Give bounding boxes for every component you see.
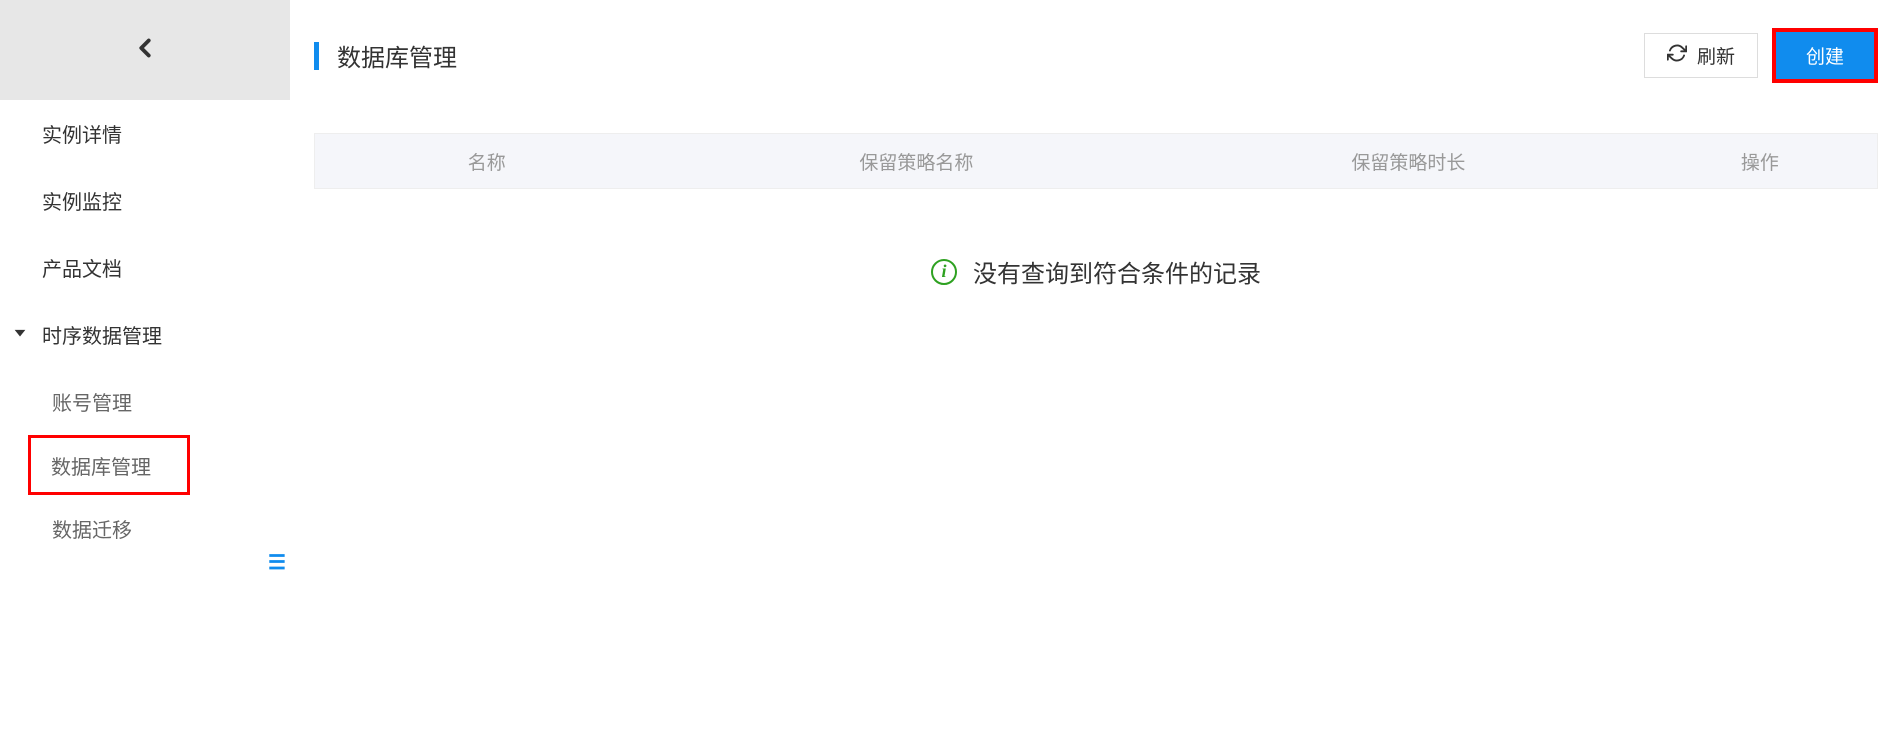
info-icon: i (931, 259, 957, 285)
page-title-wrap: 数据库管理 (314, 38, 457, 73)
create-button[interactable]: 创建 (1772, 28, 1878, 83)
sidebar-item-label: 数据迁移 (52, 514, 132, 543)
sidebar-item-instance-monitoring[interactable]: 实例监控 (0, 167, 290, 234)
sidebar-item-label: 时序数据管理 (42, 320, 162, 349)
sidebar-item-label: 账号管理 (52, 387, 132, 416)
sidebar-item-product-docs[interactable]: 产品文档 (0, 234, 290, 301)
sidebar-header (0, 0, 290, 100)
back-icon[interactable] (130, 33, 160, 68)
main-content: 数据库管理 刷新 创建 名称 保留策略名称 保留策略时长 (290, 0, 1902, 750)
empty-state: i 没有查询到符合条件的记录 (314, 189, 1878, 289)
sidebar-item-data-migration[interactable]: 数据迁移 (0, 495, 290, 562)
sidebar: 实例详情 实例监控 产品文档 时序数据管理 账号管理 数据库管理 数据迁移 ☰ (0, 0, 290, 750)
title-accent-bar (314, 42, 319, 70)
page-title: 数据库管理 (337, 38, 457, 73)
refresh-button-label: 刷新 (1697, 42, 1735, 69)
table-header-policy-name: 保留策略名称 (659, 148, 1174, 175)
caret-down-icon (12, 323, 28, 346)
table-header-name: 名称 (315, 148, 659, 175)
sidebar-item-label: 产品文档 (42, 253, 122, 282)
page-header: 数据库管理 刷新 创建 (314, 28, 1878, 83)
sidebar-item-timeseries-data-management[interactable]: 时序数据管理 (0, 301, 290, 368)
table-header-action: 操作 (1643, 148, 1877, 175)
table-header-policy-duration: 保留策略时长 (1174, 148, 1643, 175)
sidebar-item-instance-details[interactable]: 实例详情 (0, 100, 290, 167)
menu-collapse-icon: ☰ (268, 550, 286, 575)
sidebar-item-label: 实例详情 (42, 119, 122, 148)
sidebar-menu: 实例详情 实例监控 产品文档 时序数据管理 账号管理 数据库管理 数据迁移 (0, 100, 290, 562)
refresh-icon (1667, 43, 1687, 69)
header-actions: 刷新 创建 (1644, 28, 1878, 83)
refresh-button[interactable]: 刷新 (1644, 33, 1758, 78)
table-header-row: 名称 保留策略名称 保留策略时长 操作 (314, 133, 1878, 189)
sidebar-item-label: 实例监控 (42, 186, 122, 215)
sidebar-item-label: 数据库管理 (51, 451, 151, 480)
collapse-sidebar-button[interactable]: ☰ (264, 549, 290, 575)
sidebar-item-database-management[interactable]: 数据库管理 (28, 435, 190, 495)
data-table: 名称 保留策略名称 保留策略时长 操作 i 没有查询到符合条件的记录 (314, 133, 1878, 289)
create-button-label: 创建 (1806, 42, 1844, 69)
sidebar-item-account-management[interactable]: 账号管理 (0, 368, 290, 435)
empty-state-text: 没有查询到符合条件的记录 (973, 254, 1261, 289)
